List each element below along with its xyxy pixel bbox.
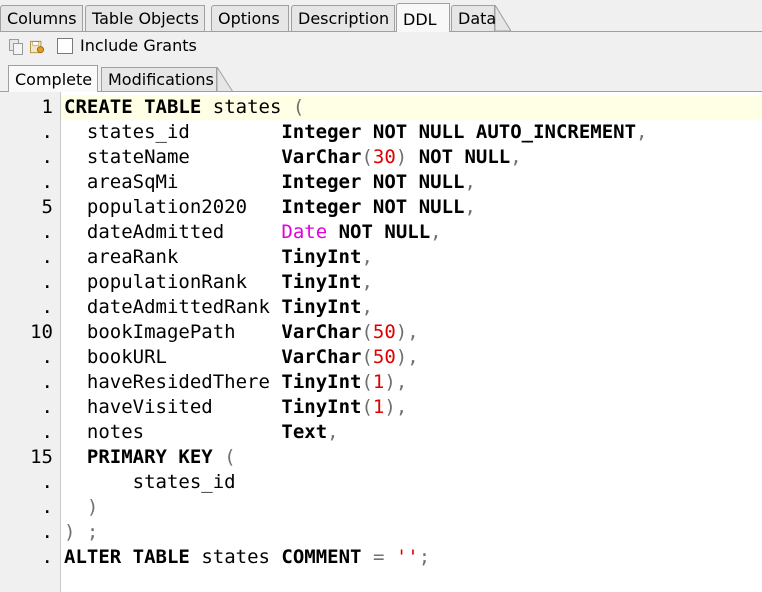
code-line: ) xyxy=(86,496,99,518)
tab-label: Data xyxy=(458,9,497,28)
line-marker: . xyxy=(41,296,53,318)
copy-icon[interactable] xyxy=(9,39,23,55)
include-grants-label: Include Grants xyxy=(80,36,197,55)
code-line: states_id xyxy=(132,471,236,493)
line-marker: . xyxy=(41,346,53,368)
subtab-complete[interactable]: Complete xyxy=(8,65,98,92)
code-line: CREATE TABLE states ( xyxy=(64,96,305,118)
ddl-editor[interactable]: 1 CREATE TABLE states (. states_id Intege… xyxy=(0,92,762,592)
line-marker: . xyxy=(41,546,53,568)
code-line: haveResidedThere TinyInt(1), xyxy=(86,371,408,393)
tab-label: Table Objects xyxy=(92,9,199,28)
top-tab-bar: Columns Table Objects Options Descriptio… xyxy=(0,0,762,32)
line-marker: . xyxy=(41,371,53,393)
code-line: ) ; xyxy=(64,521,99,543)
tab-options[interactable]: Options xyxy=(211,5,289,31)
tab-label: Description xyxy=(298,9,390,28)
tab-columns[interactable]: Columns xyxy=(0,5,83,31)
line-marker: . xyxy=(41,121,53,143)
line-marker: . xyxy=(41,171,53,193)
code-line: bookImagePath VarChar(50), xyxy=(86,321,419,343)
line-marker: 15 xyxy=(30,446,53,468)
tab-label: Columns xyxy=(7,9,77,28)
code-line: notes Text, xyxy=(86,421,339,443)
code-line: bookURL VarChar(50), xyxy=(86,346,419,368)
line-marker: . xyxy=(41,421,53,443)
subtab-fold-decoration xyxy=(217,67,233,92)
line-marker: . xyxy=(41,471,53,493)
save-icon[interactable] xyxy=(30,39,44,55)
code-line: haveVisited TinyInt(1), xyxy=(86,396,408,418)
tab-ddl[interactable]: DDL xyxy=(396,3,450,32)
line-marker: . xyxy=(41,271,53,293)
code-line: dateAdmittedRank TinyInt, xyxy=(86,296,373,318)
code-line: states_id Integer NOT NULL AUTO_INCREMEN… xyxy=(86,121,648,143)
line-marker: 1 xyxy=(41,96,53,118)
subtab-label: Modifications xyxy=(108,70,214,89)
line-marker: . xyxy=(41,246,53,268)
tab-label: Options xyxy=(218,9,280,28)
code-line: populationRank TinyInt, xyxy=(86,271,373,293)
sub-tab-bar: Complete Modifications xyxy=(0,62,762,92)
code-line: ALTER TABLE states COMMENT = ''; xyxy=(64,546,431,568)
line-marker: 5 xyxy=(41,196,53,218)
code-line: areaSqMi Integer NOT NULL, xyxy=(86,171,476,193)
line-marker: . xyxy=(41,521,53,543)
code-line: population2020 Integer NOT NULL, xyxy=(86,196,476,218)
line-marker: . xyxy=(41,146,53,168)
subtab-label: Complete xyxy=(15,70,93,89)
tab-table-objects[interactable]: Table Objects xyxy=(85,5,205,31)
code-line: stateName VarChar(30) NOT NULL, xyxy=(86,146,522,168)
tab-label: DDL xyxy=(403,10,437,29)
include-grants-checkbox[interactable] xyxy=(57,38,73,54)
tab-data[interactable]: Data xyxy=(451,5,497,31)
tab-description[interactable]: Description xyxy=(291,5,395,31)
line-marker: . xyxy=(41,496,53,518)
line-marker: . xyxy=(41,221,53,243)
line-marker: . xyxy=(41,396,53,418)
code-line: dateAdmitted Date NOT NULL, xyxy=(86,221,442,243)
code-line: areaRank TinyInt, xyxy=(86,246,373,268)
code-line: PRIMARY KEY ( xyxy=(86,446,236,468)
tab-fold-decoration xyxy=(495,5,511,31)
subtab-modifications[interactable]: Modifications xyxy=(101,67,217,92)
line-marker: 10 xyxy=(30,321,53,343)
